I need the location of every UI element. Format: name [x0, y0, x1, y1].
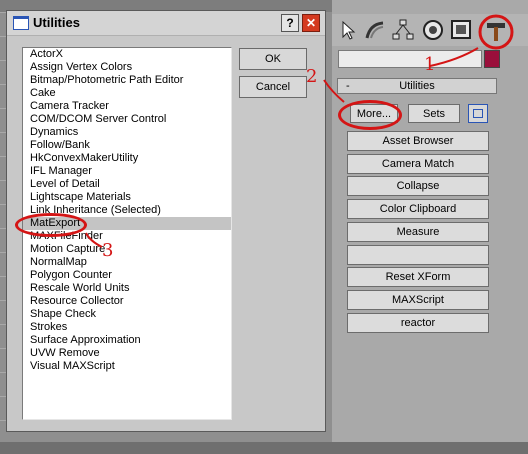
list-item[interactable]: Resource Collector	[23, 295, 231, 308]
hierarchy-icon[interactable]	[390, 18, 416, 42]
list-item[interactable]: Strokes	[23, 321, 231, 334]
list-item[interactable]: Shape Check	[23, 308, 231, 321]
list-item[interactable]: Surface Approximation	[23, 334, 231, 347]
select-arrow-icon[interactable]	[336, 18, 362, 42]
annotation-arrows	[323, 47, 479, 103]
close-button[interactable]: ✕	[302, 14, 320, 32]
list-item[interactable]: Bitmap/Photometric Path Editor	[23, 74, 231, 87]
list-item[interactable]: Lightscape Materials	[23, 191, 231, 204]
list-item[interactable]: Level of Detail	[23, 178, 231, 191]
collapse-button[interactable]: Collapse	[347, 176, 489, 196]
list-item[interactable]: UVW Remove	[23, 347, 231, 360]
list-item[interactable]: Visual MAXScript	[23, 360, 231, 373]
cancel-button[interactable]: Cancel	[239, 76, 307, 98]
camera-match-button[interactable]: Camera Match	[347, 154, 489, 174]
curve-icon[interactable]	[362, 18, 388, 42]
display-icon[interactable]	[448, 18, 474, 42]
measure-button[interactable]: Measure	[347, 222, 489, 242]
list-item[interactable]: Dynamics	[23, 126, 231, 139]
list-item[interactable]: NormalMap	[23, 256, 231, 269]
list-item[interactable]: Follow/Bank	[23, 139, 231, 152]
bottom-status-strip	[0, 442, 528, 454]
asset-browser-button[interactable]: Asset Browser	[347, 131, 489, 151]
maxscript-button[interactable]: MAXScript	[347, 290, 489, 310]
list-item[interactable]: HkConvexMakerUtility	[23, 152, 231, 165]
dialog-titlebar[interactable]: Utilities ? ✕	[7, 11, 325, 36]
list-item[interactable]: Assign Vertex Colors	[23, 61, 231, 74]
color-clipboard-button[interactable]: Color Clipboard	[347, 199, 489, 219]
annotation-arrow-3	[85, 232, 103, 248]
list-item[interactable]: Polygon Counter	[23, 269, 231, 282]
list-item[interactable]: IFL Manager	[23, 165, 231, 178]
dialog-title: Utilities	[33, 15, 80, 30]
help-button[interactable]: ?	[281, 14, 299, 32]
step-1-label: 1	[424, 54, 436, 75]
motion-icon[interactable]	[420, 18, 446, 42]
list-item[interactable]: Rescale World Units	[23, 282, 231, 295]
step-3-label: 3	[102, 240, 114, 261]
list-item[interactable]: Camera Tracker	[23, 100, 231, 113]
matexport-highlight-ellipse	[15, 213, 87, 237]
list-item[interactable]: COM/DCOM Server Control	[23, 113, 231, 126]
list-item[interactable]: Cake	[23, 87, 231, 100]
list-item[interactable]: ActorX	[23, 48, 231, 61]
step-2-label: 2	[306, 66, 318, 87]
reactor-button[interactable]: reactor	[347, 313, 489, 333]
reset-xform-button[interactable]: Reset XForm	[347, 267, 489, 287]
ok-button[interactable]: OK	[239, 48, 307, 70]
empty-slot-button[interactable]	[347, 245, 489, 265]
list-item[interactable]: Motion Capture	[23, 243, 231, 256]
window-icon	[13, 16, 29, 30]
